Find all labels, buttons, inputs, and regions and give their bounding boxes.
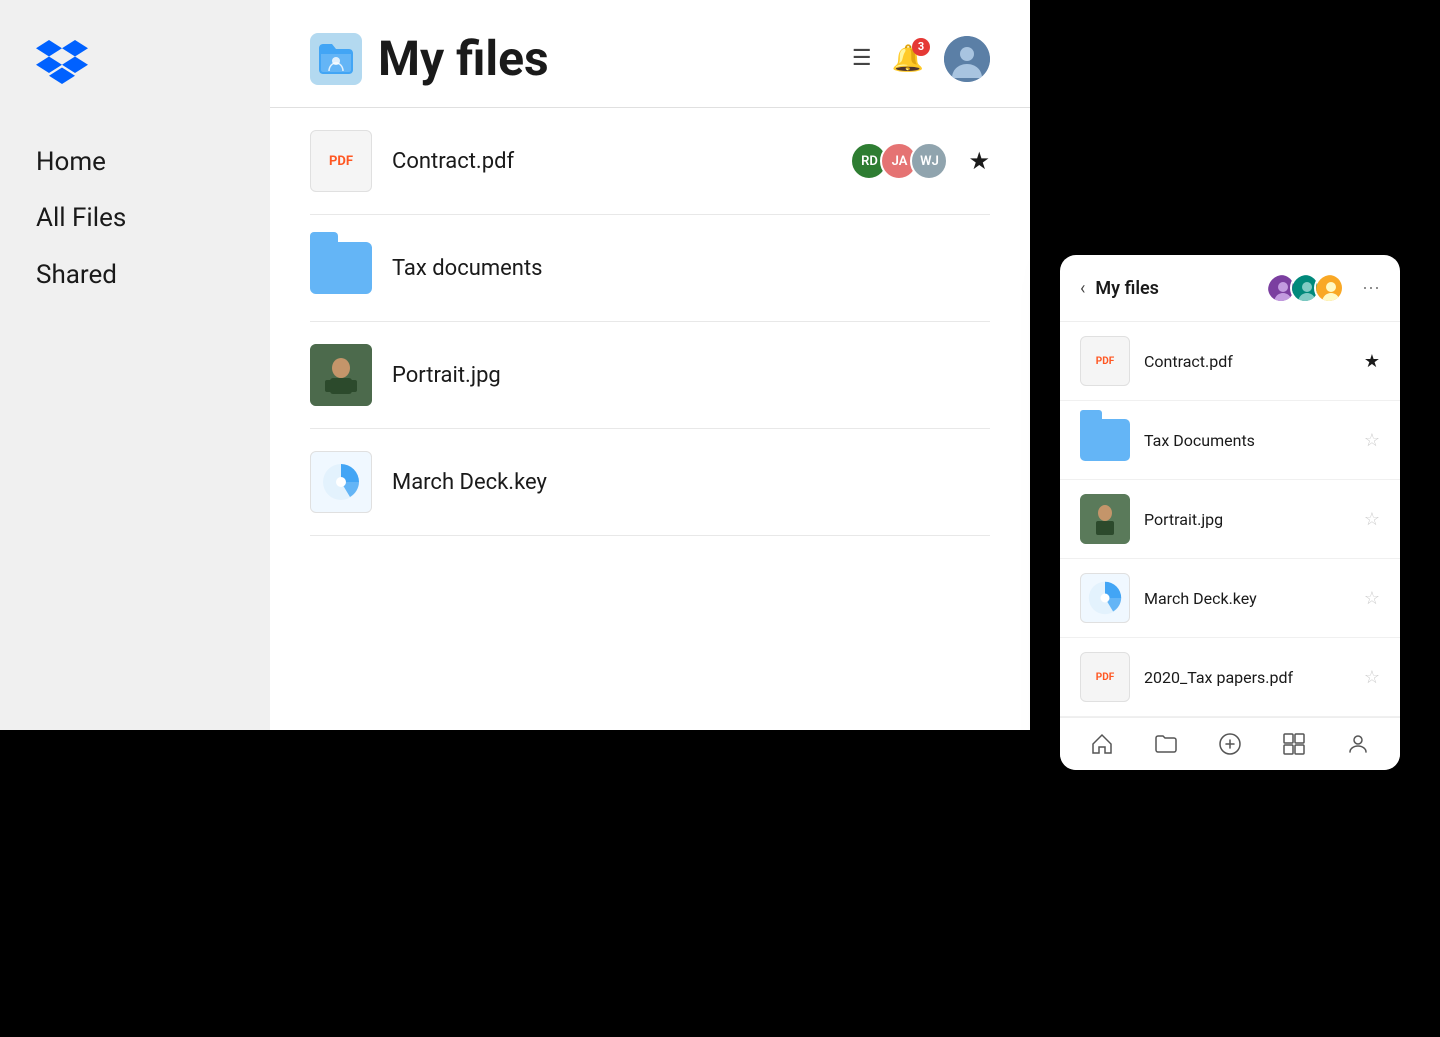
panel-bottom-nav: [1060, 717, 1400, 770]
file-row[interactable]: PDF Contract.pdf RD JA WJ ★: [310, 108, 990, 215]
panel-file-row[interactable]: Tax Documents ☆: [1060, 401, 1400, 480]
panel-nav-add[interactable]: [1218, 732, 1242, 756]
file-name-march-deck: March Deck.key: [392, 470, 990, 495]
panel-thumb-contract: PDF: [1080, 336, 1130, 386]
file-list: PDF Contract.pdf RD JA WJ ★ Tax document…: [270, 108, 1030, 536]
header-right: ☰ 🔔 3: [852, 36, 990, 82]
panel-header: ‹ My files: [1060, 255, 1400, 322]
panel-file-name-tax: Tax Documents: [1144, 431, 1350, 450]
sidebar: Home All Files Shared: [0, 0, 270, 730]
mobile-panel: ‹ My files: [1060, 255, 1400, 770]
panel-star-tax[interactable]: ☆: [1364, 430, 1380, 451]
panel-nav-home[interactable]: [1090, 732, 1114, 756]
panel-file-name-march-deck: March Deck.key: [1144, 589, 1350, 608]
folder-shape: [310, 242, 372, 294]
panel-nav-files[interactable]: [1154, 732, 1178, 756]
page-title: My files: [378, 30, 549, 87]
avatar-group-contract: RD JA WJ: [850, 142, 948, 180]
panel-star-tax-papers[interactable]: ☆: [1364, 667, 1380, 688]
header-left: My files: [310, 30, 549, 87]
dropbox-logo[interactable]: [36, 40, 88, 84]
panel-star-march-deck[interactable]: ☆: [1364, 588, 1380, 609]
panel-thumb-tax-papers: PDF: [1080, 652, 1130, 702]
panel-file-row[interactable]: Portrait.jpg ☆: [1060, 480, 1400, 559]
user-avatar[interactable]: [944, 36, 990, 82]
panel-nav-profile[interactable]: [1346, 732, 1370, 756]
panel-nav-photos[interactable]: [1282, 732, 1306, 756]
panel-avatar-3: [1314, 273, 1344, 303]
file-thumbnail-tax: [310, 237, 372, 299]
bell-wrapper[interactable]: 🔔 3: [892, 44, 924, 74]
panel-file-row[interactable]: PDF Contract.pdf ★: [1060, 322, 1400, 401]
avatar-wj: WJ: [910, 142, 948, 180]
file-thumbnail-contract: PDF: [310, 130, 372, 192]
folder-header-icon: [310, 33, 362, 85]
notification-badge: 3: [912, 38, 930, 56]
panel-star-portrait[interactable]: ☆: [1364, 509, 1380, 530]
pdf-label: PDF: [329, 154, 353, 169]
hamburger-icon[interactable]: ☰: [852, 46, 872, 71]
panel-file-row[interactable]: PDF 2020_Tax papers.pdf ☆: [1060, 638, 1400, 717]
sidebar-item-home[interactable]: Home: [36, 144, 234, 180]
file-row[interactable]: Tax documents: [310, 215, 990, 322]
panel-thumb-tax: [1080, 415, 1130, 465]
panel-thumb-portrait: [1080, 494, 1130, 544]
file-name-tax: Tax documents: [392, 256, 990, 281]
sidebar-nav: Home All Files Shared: [36, 144, 234, 313]
main-content: My files ☰ 🔔 3 PDF Contract.pdf: [270, 0, 1030, 730]
file-name-portrait: Portrait.jpg: [392, 363, 990, 388]
panel-avatars: [1266, 273, 1344, 303]
file-name-contract: Contract.pdf: [392, 149, 830, 174]
panel-file-name-contract: Contract.pdf: [1144, 352, 1350, 371]
panel-thumb-march-deck: [1080, 573, 1130, 623]
panel-folder-shape: [1080, 419, 1130, 461]
file-thumbnail-march-deck: [310, 451, 372, 513]
panel-file-name-portrait: Portrait.jpg: [1144, 510, 1350, 529]
panel-file-row[interactable]: March Deck.key ☆: [1060, 559, 1400, 638]
file-thumbnail-portrait: [310, 344, 372, 406]
back-arrow-icon[interactable]: ‹: [1080, 278, 1085, 299]
sidebar-item-all-files[interactable]: All Files: [36, 200, 234, 236]
panel-title: My files: [1095, 278, 1256, 299]
file-row[interactable]: Portrait.jpg: [310, 322, 990, 429]
file-row[interactable]: March Deck.key: [310, 429, 990, 536]
panel-file-name-tax-papers: 2020_Tax papers.pdf: [1144, 668, 1350, 687]
main-header: My files ☰ 🔔 3: [270, 0, 1030, 108]
star-contract[interactable]: ★: [968, 147, 990, 175]
sidebar-item-shared[interactable]: Shared: [36, 257, 234, 293]
panel-star-contract[interactable]: ★: [1364, 351, 1380, 372]
more-options-icon[interactable]: ⋯: [1362, 278, 1380, 299]
